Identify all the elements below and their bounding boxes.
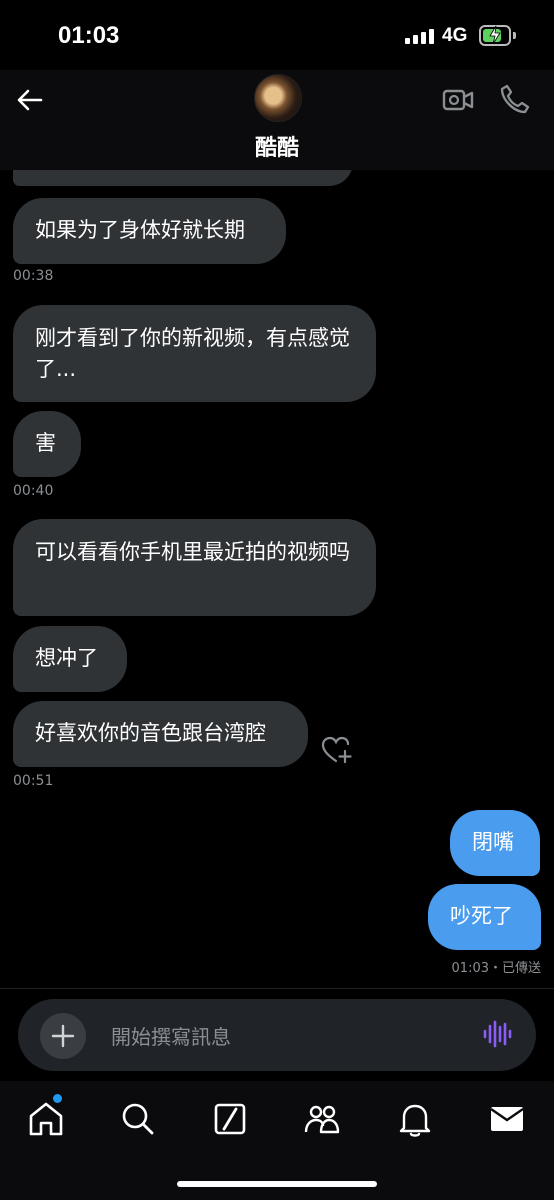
grok-icon[interactable]	[210, 1099, 250, 1139]
message-timestamp: 00:40	[13, 483, 54, 499]
home-indicator	[177, 1181, 377, 1187]
sent-status: 01:03・已傳送	[451, 961, 541, 976]
message-bubble-incoming[interactable]: 想冲了	[13, 626, 127, 692]
message-timestamp: 00:51	[13, 773, 54, 789]
video-call-icon[interactable]	[442, 86, 474, 114]
network-type: 4G	[442, 25, 468, 46]
message-input[interactable]: 開始撰寫訊息	[111, 1021, 231, 1050]
message-composer[interactable]: 開始撰寫訊息	[18, 999, 536, 1071]
phone-icon[interactable]	[498, 83, 530, 115]
message-bubble-outgoing[interactable]: 吵死了	[428, 884, 541, 950]
message-bubble-incoming[interactable]: 好喜欢你的音色跟台湾腔	[13, 701, 308, 767]
search-icon[interactable]	[118, 1099, 158, 1139]
voice-wave-icon[interactable]	[482, 1019, 512, 1049]
heart-plus-icon[interactable]	[320, 735, 354, 765]
signal-icon	[405, 29, 434, 44]
contact-name[interactable]: 酷酷	[0, 130, 554, 162]
message-bubble-incoming[interactable]: 如果为了身体好就长期	[13, 198, 286, 264]
notification-dot	[53, 1094, 62, 1103]
divider	[0, 988, 554, 989]
home-icon[interactable]	[26, 1099, 66, 1139]
message-bubble-outgoing[interactable]: 閉嘴	[450, 810, 540, 876]
battery-icon	[479, 25, 511, 46]
plus-icon[interactable]	[40, 1013, 86, 1059]
status-time: 01:03	[58, 22, 120, 49]
communities-icon[interactable]	[302, 1099, 342, 1139]
message-thread: 如果为了身体好就长期 00:38 刚才看到了你的新视频，有点感觉了... 害 0…	[0, 170, 554, 988]
conversation-header: 酷酷	[0, 70, 554, 170]
status-bar: 01:03 4G	[0, 0, 554, 70]
message-bubble-incoming[interactable]: 可以看看你手机里最近拍的视频吗	[13, 519, 376, 616]
message-bubble-incoming[interactable]: 害	[13, 411, 81, 477]
message-bubble-incoming[interactable]: 刚才看到了你的新视频，有点感觉了...	[13, 305, 376, 402]
mail-icon[interactable]	[487, 1099, 527, 1139]
avatar[interactable]	[254, 74, 302, 122]
message-bubble-partial[interactable]	[13, 170, 353, 186]
arrow-left-icon[interactable]	[14, 84, 46, 116]
message-timestamp: 00:38	[13, 268, 54, 284]
bell-icon[interactable]	[395, 1099, 435, 1139]
